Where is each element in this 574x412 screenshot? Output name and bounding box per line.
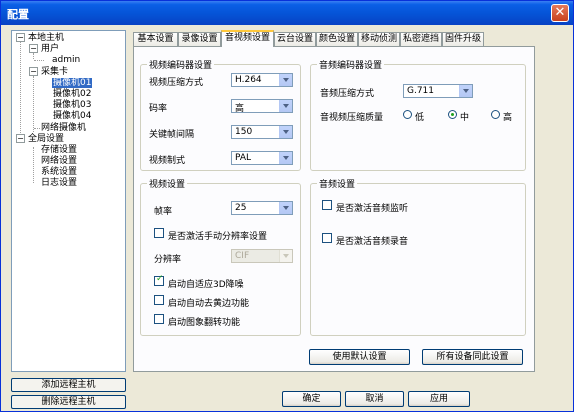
tree-camera-01[interactable]: 摄像机01	[52, 78, 93, 88]
quality-label: 音视频压缩质量	[320, 113, 384, 123]
tab-color[interactable]: 颜色设置	[316, 32, 358, 46]
audio-monitor-label: 是否激活音频监听	[336, 204, 409, 214]
tab-ptz[interactable]: 云台设置	[274, 32, 316, 46]
framerate-select[interactable]: 25	[231, 201, 293, 215]
chevron-down-icon	[279, 126, 292, 138]
tree-users[interactable]: 用户	[41, 44, 59, 54]
manual-resolution-checkbox[interactable]	[154, 228, 164, 238]
audio-compression-select[interactable]: G.711	[403, 84, 473, 98]
tab-motion[interactable]: 移动侦测	[358, 32, 400, 46]
tree-capture-card[interactable]: 采集卡	[41, 67, 68, 77]
quality-low-radio[interactable]	[403, 110, 412, 119]
video-standard-value: PAL	[235, 153, 252, 163]
cancel-button[interactable]: 取消	[345, 391, 404, 407]
quality-low-label: 低	[415, 113, 425, 123]
window-title: 配置	[7, 8, 29, 21]
expand-capture-card[interactable]: −	[29, 67, 38, 76]
close-button[interactable]: ✕	[551, 4, 569, 22]
quality-high-radio[interactable]	[491, 110, 500, 119]
apply-button[interactable]: 应用	[408, 391, 470, 407]
video-settings-title: 视频设置	[147, 177, 188, 190]
tree-system[interactable]: 系统设置	[41, 167, 77, 177]
device-tree[interactable]: − 本地主机 − 用户 admin − 采集卡 摄像机01 摄像机02 摄像机0…	[11, 30, 126, 372]
audio-settings-group: 音频设置 是否激活音频监听 是否激活音频录音	[310, 177, 526, 336]
image-flip-checkbox[interactable]	[154, 314, 164, 324]
keyframe-label: 关键帧间隔	[149, 130, 195, 140]
keyframe-value: 150	[235, 127, 253, 137]
expand-global-settings[interactable]: −	[16, 134, 25, 143]
tree-network[interactable]: 网络设置	[41, 156, 77, 166]
tree-network-camera[interactable]: 网络摄像机	[41, 123, 86, 133]
bitrate-value: 高	[235, 104, 245, 114]
audio-compression-value: G.711	[407, 86, 435, 96]
chevron-down-icon	[279, 100, 292, 112]
expand-local-host[interactable]: −	[16, 33, 25, 42]
audio-monitor-checkbox[interactable]	[322, 200, 332, 210]
tab-privacy[interactable]: 私密遮挡	[400, 32, 442, 46]
tab-firmware[interactable]: 固件升级	[442, 32, 484, 46]
expand-users[interactable]: −	[29, 44, 38, 53]
video-standard-label: 视频制式	[149, 156, 186, 166]
chevron-down-icon	[279, 74, 292, 86]
use-default-button[interactable]: 使用默认设置	[309, 349, 410, 365]
video-compression-select[interactable]: H.264	[231, 73, 293, 87]
video-compression-value: H.264	[235, 75, 262, 85]
video-encoder-title: 视频编码器设置	[147, 58, 215, 71]
delete-remote-host-button[interactable]: 删除远程主机	[11, 395, 126, 409]
resolution-select[interactable]: CIF	[231, 249, 293, 263]
chevron-down-icon	[279, 152, 292, 164]
config-window: 配置 ✕ − 本地主机 − 用户 admin − 采集卡 摄像机01 摄像机02…	[0, 0, 574, 412]
resolution-value: CIF	[235, 251, 250, 261]
tab-recording[interactable]: 录像设置	[178, 32, 221, 46]
ok-button[interactable]: 确定	[282, 391, 341, 407]
video-settings-group: 视频设置 帧率 25 是否激活手动分辨率设置 分辨率 CIF 启动自适应3D降噪…	[140, 177, 301, 336]
yellow-edge-checkbox[interactable]	[154, 295, 164, 305]
title-bar[interactable]: 配置 ✕	[1, 1, 573, 25]
tree-camera-02[interactable]: 摄像机02	[53, 89, 91, 99]
tab-audio-video[interactable]: 音视频设置	[221, 30, 274, 47]
close-icon: ✕	[554, 5, 566, 20]
video-encoder-group: 视频编码器设置 视频压缩方式 H.264 码率 高 关键帧间隔 150 视频制式…	[140, 58, 301, 171]
tree-local-host[interactable]: 本地主机	[28, 33, 64, 43]
tree-camera-04[interactable]: 摄像机04	[53, 111, 91, 121]
audio-encoder-group: 音频编码器设置 音频压缩方式 G.711 音视频压缩质量 低 中 高	[310, 58, 526, 171]
chevron-down-icon	[459, 85, 472, 97]
video-standard-select[interactable]: PAL	[231, 151, 293, 165]
quality-mid-radio[interactable]	[448, 110, 457, 119]
keyframe-select[interactable]: 150	[231, 125, 293, 139]
audio-settings-title: 音频设置	[317, 177, 358, 190]
quality-high-label: 高	[503, 113, 513, 123]
framerate-value: 25	[235, 203, 247, 213]
add-remote-host-button[interactable]: 添加远程主机	[11, 378, 126, 392]
tree-log[interactable]: 日志设置	[41, 178, 77, 188]
resolution-label: 分辨率	[154, 255, 182, 265]
framerate-label: 帧率	[154, 207, 173, 217]
quality-mid-label: 中	[460, 113, 470, 123]
tree-global-settings[interactable]: 全局设置	[28, 134, 64, 144]
tree-camera-03[interactable]: 摄像机03	[53, 100, 91, 110]
audio-video-panel: 视频编码器设置 视频压缩方式 H.264 码率 高 关键帧间隔 150 视频制式…	[133, 46, 535, 372]
manual-resolution-label: 是否激活手动分辨率设置	[168, 232, 268, 242]
yellow-edge-label: 启动自动去黄边功能	[168, 299, 250, 309]
chevron-down-icon	[279, 202, 292, 214]
audio-compression-label: 音频压缩方式	[320, 89, 375, 99]
denoise-label: 启动自适应3D降噪	[168, 280, 244, 290]
bitrate-select[interactable]: 高	[231, 99, 293, 114]
video-compression-label: 视频压缩方式	[149, 78, 204, 88]
tree-storage[interactable]: 存储设置	[41, 145, 77, 155]
tab-basic[interactable]: 基本设置	[133, 32, 178, 46]
sync-all-devices-button[interactable]: 所有设备同此设置	[422, 349, 523, 365]
bitrate-label: 码率	[149, 104, 168, 114]
audio-encoder-title: 音频编码器设置	[317, 58, 385, 71]
audio-record-label: 是否激活音频录音	[336, 237, 409, 247]
denoise-checkbox[interactable]	[154, 274, 164, 286]
chevron-down-icon	[279, 250, 292, 262]
tree-admin[interactable]: admin	[52, 55, 80, 65]
audio-record-checkbox[interactable]	[322, 233, 332, 243]
image-flip-label: 启动图象翻转功能	[168, 318, 241, 328]
